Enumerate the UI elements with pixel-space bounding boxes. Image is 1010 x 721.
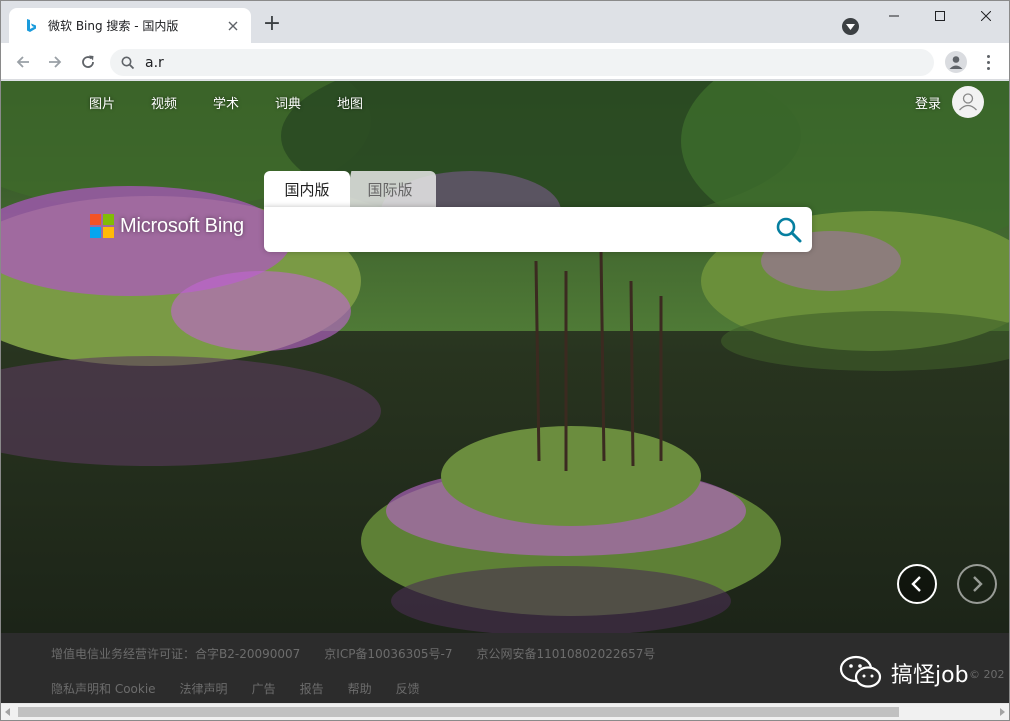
footer-links: 隐私声明和 Cookie 法律声明 广告 报告 帮助 反馈 — [51, 680, 444, 697]
chevron-left-icon — [911, 576, 921, 592]
profile-button[interactable] — [945, 51, 967, 73]
footer-report-link[interactable]: 报告 — [300, 680, 324, 697]
search-button[interactable] — [773, 214, 805, 246]
next-image-button[interactable] — [957, 564, 997, 604]
watermark: 搞怪job — [839, 655, 969, 691]
tab-close-icon[interactable] — [225, 18, 241, 34]
new-tab-button[interactable]: + — [261, 13, 283, 36]
wechat-icon — [839, 655, 882, 688]
forward-button[interactable] — [42, 49, 68, 75]
top-navigation: 图片 视频 学术 词典 地图 — [89, 93, 399, 112]
nav-images[interactable]: 图片 — [89, 93, 151, 112]
maximize-button[interactable] — [917, 1, 963, 31]
minimize-button[interactable] — [871, 1, 917, 31]
footer-icp-link[interactable]: 京ICP备10036305号-7 — [324, 645, 452, 662]
browser-tab[interactable]: 微软 Bing 搜索 - 国内版 — [9, 8, 251, 43]
tab-domestic[interactable]: 国内版 — [264, 171, 350, 207]
footer-help-link[interactable]: 帮助 — [348, 680, 372, 697]
nav-videos[interactable]: 视频 — [151, 93, 213, 112]
forward-arrow-icon — [49, 56, 62, 68]
search-box — [264, 207, 812, 252]
close-window-button[interactable] — [963, 1, 1009, 31]
search-icon — [776, 217, 802, 243]
bing-favicon-icon — [27, 18, 36, 32]
reload-icon — [82, 55, 94, 68]
address-text: a.r — [145, 54, 164, 71]
chevron-right-icon — [973, 576, 983, 592]
footer-licenses: 增值电信业务经营许可证：合字B2-20090007 京ICP备10036305号… — [51, 645, 679, 662]
microsoft-logo-icon — [90, 214, 114, 238]
back-button[interactable] — [10, 49, 36, 75]
tab-international[interactable]: 国际版 — [344, 171, 436, 207]
footer-ads-link[interactable]: 广告 — [252, 680, 276, 697]
nav-dictionary[interactable]: 词典 — [275, 93, 337, 112]
person-icon — [949, 56, 963, 69]
copyright-text: © 202 — [969, 668, 1005, 681]
scroll-left-icon[interactable] — [5, 708, 10, 716]
footer-license-text: 增值电信业务经营许可证：合字B2-20090007 — [51, 647, 301, 661]
address-bar[interactable]: a.r — [110, 49, 934, 76]
scroll-right-icon[interactable] — [1000, 708, 1005, 716]
nav-academic[interactable]: 学术 — [213, 93, 275, 112]
reload-button[interactable] — [75, 49, 101, 75]
footer: 增值电信业务经营许可证：合字B2-20090007 京ICP备10036305号… — [1, 633, 1009, 703]
signin-link[interactable]: 登录 — [915, 93, 941, 112]
background-image — [1, 81, 1009, 633]
user-icon — [959, 93, 977, 111]
bing-homepage: 图片 视频 学术 词典 地图 登录 Microsoft Bing 国际版 国内版 — [1, 81, 1009, 703]
search-input[interactable] — [276, 215, 756, 244]
horizontal-scrollbar[interactable] — [1, 703, 1009, 720]
footer-feedback-link[interactable]: 反馈 — [396, 680, 420, 697]
browser-menu-button[interactable] — [978, 51, 998, 73]
previous-image-button[interactable] — [897, 564, 937, 604]
footer-legal-link[interactable]: 法律声明 — [180, 680, 228, 697]
search-icon — [121, 56, 135, 69]
tab-search-icon[interactable] — [842, 18, 859, 35]
logo-text: Microsoft Bing — [120, 214, 244, 237]
browser-toolbar: a.r — [1, 43, 1009, 80]
tab-title: 微软 Bing 搜索 - 国内版 — [48, 19, 179, 33]
back-arrow-icon — [16, 56, 29, 68]
bing-logo[interactable]: Microsoft Bing — [90, 214, 244, 238]
browser-window: 微软 Bing 搜索 - 国内版 + a.r 图片 视频 学术 词典 地图 登录… — [0, 0, 1010, 721]
footer-police-link[interactable]: 京公网安备11010802022657号 — [476, 645, 655, 662]
nav-maps[interactable]: 地图 — [337, 93, 399, 112]
avatar[interactable] — [952, 86, 984, 118]
watermark-text: 搞怪job — [891, 663, 969, 688]
footer-privacy-link[interactable]: 隐私声明和 Cookie — [51, 680, 156, 697]
tab-strip: 微软 Bing 搜索 - 国内版 + — [1, 1, 1009, 43]
scrollbar-thumb[interactable] — [18, 707, 899, 717]
